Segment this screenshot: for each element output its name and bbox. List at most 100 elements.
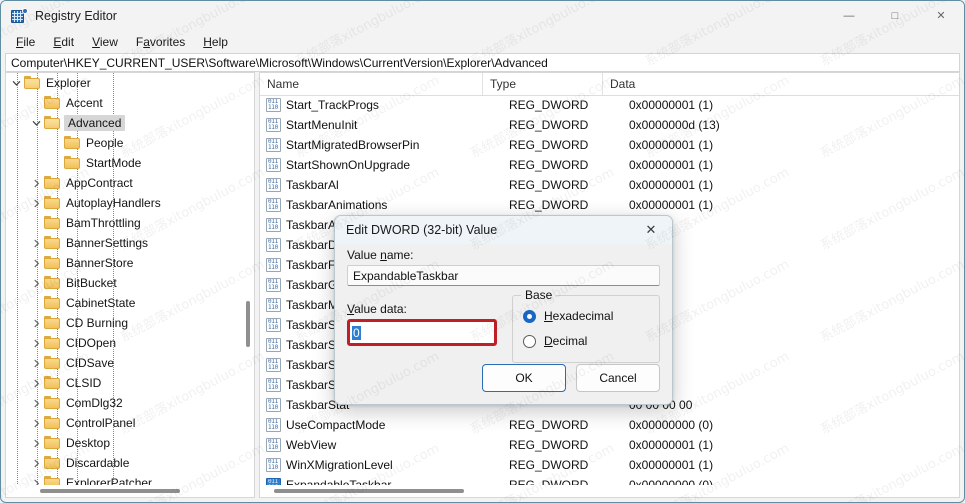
tree-item-clsid[interactable]: CLSID — [6, 373, 242, 393]
table-row[interactable]: StartMenuInit REG_DWORD 0x0000000d (13) — [260, 115, 959, 135]
tree-item-controlpanel[interactable]: ControlPanel — [6, 413, 242, 433]
minimize-button[interactable]: — — [826, 1, 872, 31]
tree-item-explorer[interactable]: Explorer — [6, 73, 242, 93]
value-data-label: Value data: — [347, 302, 407, 316]
tree-item-cidsave[interactable]: CIDSave — [6, 353, 242, 373]
dword-value-icon — [266, 438, 281, 452]
dword-value-icon — [266, 478, 281, 485]
tree-vertical-scrollbar[interactable] — [242, 73, 254, 485]
value-name-input[interactable]: ExpandableTaskbar — [347, 265, 660, 286]
tree-item-bannersettings[interactable]: BannerSettings — [6, 233, 242, 253]
column-header-data[interactable]: Data — [602, 73, 959, 95]
folder-icon — [44, 296, 61, 310]
dword-value-icon — [266, 418, 281, 432]
table-row[interactable]: TaskbarAnimations REG_DWORD 0x00000001 (1) — [260, 195, 959, 215]
tree-item-label: Discardable — [66, 456, 130, 470]
tree-item-label: StartMode — [86, 156, 142, 170]
ok-button[interactable]: OK — [482, 364, 566, 392]
tree-item-startmode[interactable]: StartMode — [6, 153, 242, 173]
table-row[interactable]: ExpandableTaskbar REG_DWORD 0x00000000 (0) — [260, 475, 959, 485]
base-option-decimal-label: Decimal — [544, 334, 588, 348]
folder-icon — [44, 376, 61, 390]
folder-icon — [44, 476, 61, 485]
chevron-right-icon[interactable] — [28, 415, 44, 431]
chevron-right-icon[interactable] — [28, 315, 44, 331]
tree-item-autoplayhandlers[interactable]: AutoplayHandlers — [6, 193, 242, 213]
chevron-right-icon[interactable] — [28, 355, 44, 371]
tree-item-bamthrottling[interactable]: BamThrottling — [6, 213, 242, 233]
chevron-right-icon[interactable] — [28, 335, 44, 351]
table-row[interactable]: WebView REG_DWORD 0x00000001 (1) — [260, 435, 959, 455]
table-row[interactable]: WinXMigrationLevel REG_DWORD 0x00000001 (1… — [260, 455, 959, 475]
base-option-decimal[interactable]: Decimal — [523, 330, 649, 352]
tree-horizontal-scrollbar[interactable] — [6, 485, 254, 497]
table-row[interactable]: UseCompactMode REG_DWORD 0x00000000 (0) — [260, 415, 959, 435]
tree-item-advanced[interactable]: Advanced — [6, 113, 242, 133]
tree-item-appcontract[interactable]: AppContract — [6, 173, 242, 193]
list-horizontal-scrollbar[interactable] — [260, 485, 959, 497]
folder-icon — [24, 76, 41, 90]
menu-edit[interactable]: Edit — [44, 33, 83, 51]
value-name-cell: WebView — [286, 438, 337, 452]
table-row[interactable]: Start_TrackProgs REG_DWORD 0x00000001 (1) — [260, 95, 959, 115]
tree-item-discardable[interactable]: Discardable — [6, 453, 242, 473]
chevron-right-icon[interactable] — [28, 275, 44, 291]
value-data-input[interactable]: 0 — [350, 322, 494, 343]
folder-icon — [44, 416, 61, 430]
cancel-button[interactable]: Cancel — [576, 364, 660, 392]
close-button[interactable]: ✕ — [918, 1, 964, 31]
folder-icon — [64, 156, 81, 170]
tree-item-label: CLSID — [66, 376, 102, 390]
chevron-down-icon[interactable] — [8, 75, 24, 91]
tree-item-comdlg32[interactable]: ComDlg32 — [6, 393, 242, 413]
tree-item-desktop[interactable]: Desktop — [6, 433, 242, 453]
tree-item-bitbucket[interactable]: BitBucket — [6, 273, 242, 293]
chevron-right-icon[interactable] — [28, 175, 44, 191]
menu-view[interactable]: View — [83, 33, 127, 51]
table-row[interactable]: TaskbarAl REG_DWORD 0x00000001 (1) — [260, 175, 959, 195]
tree-item-people[interactable]: People — [6, 133, 242, 153]
base-radio-group: Base Hexadecimal Decimal — [512, 288, 660, 363]
column-header-type[interactable]: Type — [482, 73, 602, 95]
value-name-label: Value name: — [347, 248, 414, 262]
address-bar[interactable]: Computer\HKEY_CURRENT_USER\Software\Micr… — [5, 53, 960, 72]
value-data-cell: 0x00000001 (1) — [629, 438, 714, 452]
chevron-right-icon[interactable] — [28, 235, 44, 251]
base-legend: Base — [521, 288, 557, 302]
column-header-name[interactable]: Name — [260, 73, 482, 95]
dialog-close-button[interactable]: ✕ — [630, 216, 672, 244]
table-row[interactable]: StartShownOnUpgrade REG_DWORD 0x00000001 (… — [260, 155, 959, 175]
menu-bar: FFileile Edit View Favorites Help — [1, 31, 964, 53]
table-row[interactable]: StartMigratedBrowserPin REG_DWORD 0x000000… — [260, 135, 959, 155]
base-option-hexadecimal[interactable]: Hexadecimal — [523, 305, 649, 327]
menu-favorites[interactable]: Favorites — [127, 33, 194, 51]
tree-item-bannerstore[interactable]: BannerStore — [6, 253, 242, 273]
chevron-right-icon[interactable] — [28, 475, 44, 485]
minimize-icon: — — [843, 9, 855, 22]
chevron-right-icon[interactable] — [28, 375, 44, 391]
tree-item-explorerpatcher[interactable]: ExplorerPatcher — [6, 473, 242, 485]
value-data-text: 0 — [352, 325, 361, 340]
tree-item-accent[interactable]: Accent — [6, 93, 242, 113]
maximize-icon: □ — [891, 9, 899, 22]
chevron-right-icon[interactable] — [28, 435, 44, 451]
folder-icon — [44, 276, 61, 290]
maximize-button[interactable]: □ — [872, 1, 918, 31]
chevron-down-icon[interactable] — [28, 115, 44, 131]
dword-value-icon — [266, 318, 281, 332]
chevron-right-icon[interactable] — [28, 395, 44, 411]
tree-item-cidopen[interactable]: CIDOpen — [6, 333, 242, 353]
tree-item-cabinetstate[interactable]: CabinetState — [6, 293, 242, 313]
chevron-right-icon[interactable] — [28, 195, 44, 211]
close-icon: ✕ — [645, 222, 657, 237]
menu-file[interactable]: FFileile — [7, 33, 44, 51]
tree-item-label: CabinetState — [66, 296, 136, 310]
chevron-right-icon[interactable] — [28, 255, 44, 271]
tree-item-label: ExplorerPatcher — [66, 476, 153, 485]
tree-item-cd-burning[interactable]: CD Burning — [6, 313, 242, 333]
menu-help[interactable]: Help — [194, 33, 237, 51]
value-data-cell: 0x00000001 (1) — [629, 198, 714, 212]
folder-icon — [44, 256, 61, 270]
chevron-right-icon[interactable] — [28, 455, 44, 471]
